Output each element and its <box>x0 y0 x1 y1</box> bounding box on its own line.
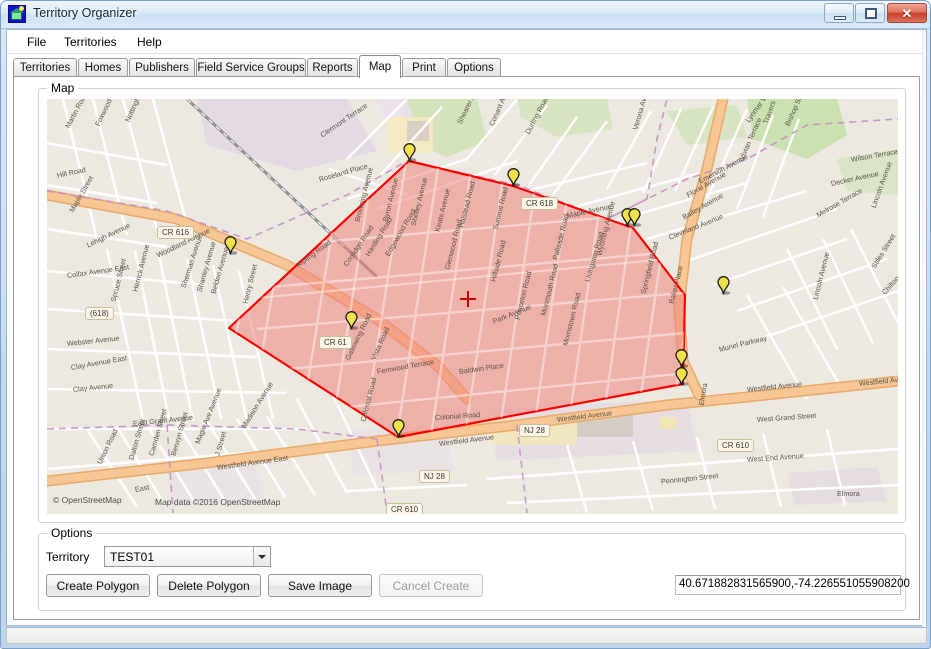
delete-polygon-button[interactable]: Delete Polygon <box>157 574 261 597</box>
client-right-edge <box>922 30 926 627</box>
maximize-button[interactable] <box>855 3 885 23</box>
close-icon: ✕ <box>901 6 913 21</box>
menu-item-territories[interactable]: Territories <box>58 34 123 50</box>
tab-strip: Territories Homes Publishers Field Service … <box>13 55 920 78</box>
tab-publishers[interactable]: Publishers <box>129 58 195 77</box>
tab-territories[interactable]: Territories <box>13 58 77 77</box>
territory-selected-value: TEST01 <box>110 550 155 564</box>
tab-field-service-groups[interactable]: Field Service Groups <box>196 58 306 77</box>
chevron-down-icon[interactable] <box>253 547 270 566</box>
menu-bar: File Territories Help <box>7 30 926 54</box>
options-group-label: Options <box>47 526 97 540</box>
menu-item-help[interactable]: Help <box>131 34 168 50</box>
window-title: Territory Organizer <box>33 6 137 20</box>
tab-print[interactable]: Print <box>402 58 446 77</box>
tab-map[interactable]: Map <box>359 55 401 78</box>
app-house-icon <box>8 5 26 23</box>
map-canvas[interactable]: Martin RoadFoxwood RoadNottingham WayCle… <box>47 99 898 514</box>
save-image-button[interactable]: Save Image <box>268 574 372 597</box>
tab-page-map: Map Martin Road Foxwood Road Clermont Te… <box>13 76 920 620</box>
territory-select[interactable]: TEST01 <box>104 546 271 567</box>
minimize-button[interactable] <box>824 3 854 23</box>
status-strip <box>6 627 927 644</box>
options-group-box: Options Territory TEST01 Create Polygon D… <box>38 526 910 611</box>
title-bar[interactable]: Territory Organizer ✕ <box>1 1 930 29</box>
application-window: Territory Organizer ✕ File Territories Hel… <box>0 0 931 649</box>
coordinates-value: 40.671882831565900,-74.226551055908200 <box>679 578 910 590</box>
territory-label: Territory <box>46 550 90 564</box>
map-group-label: Map <box>47 81 79 95</box>
cancel-create-button: Cancel Create <box>379 574 483 597</box>
create-polygon-button[interactable]: Create Polygon <box>46 574 150 597</box>
menu-item-file[interactable]: File <box>21 34 52 50</box>
tab-homes[interactable]: Homes <box>78 58 128 77</box>
client-area: File Territories Help Territories Homes Publ… <box>6 29 927 627</box>
close-button[interactable]: ✕ <box>887 3 927 23</box>
tab-reports[interactable]: Reports <box>307 58 358 77</box>
map-render <box>47 99 898 514</box>
coordinates-field[interactable]: 40.671882831565900,-74.226551055908200 <box>675 575 910 595</box>
map-group-box: Map Martin Road Foxwood Road Clermont Te… <box>38 81 906 523</box>
tab-options[interactable]: Options <box>447 58 501 77</box>
